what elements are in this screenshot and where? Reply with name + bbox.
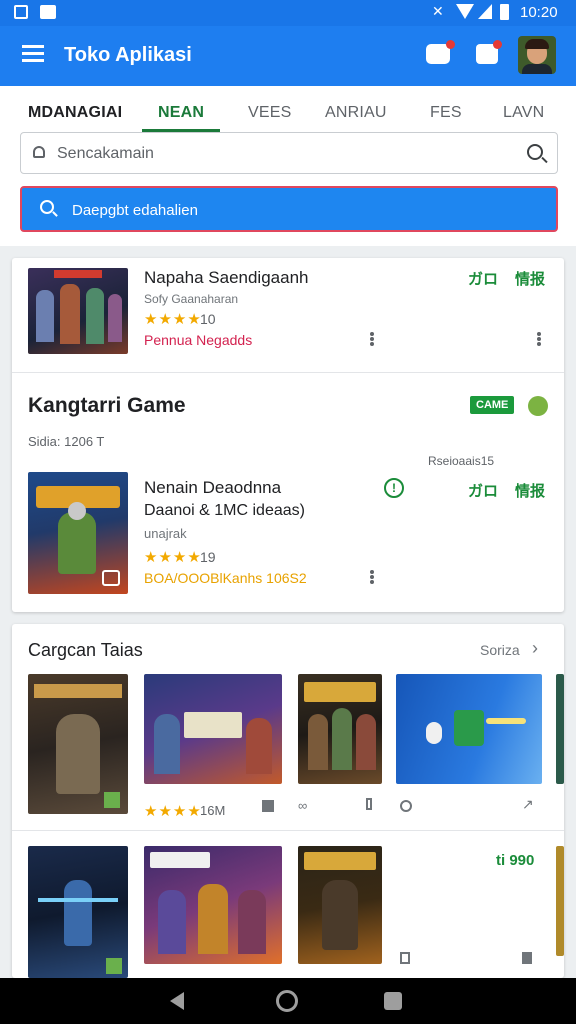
message-icon[interactable] (476, 40, 502, 64)
section-note: Rseioaais15 (428, 454, 495, 468)
person-icon (33, 146, 45, 158)
game-downloads: BOA/OOOBlKanhs 106S2 (144, 570, 307, 586)
tab-item-2[interactable]: VEES (248, 104, 292, 122)
back-icon[interactable] (170, 992, 184, 1010)
game-developer: unajrak (144, 526, 187, 541)
search-placeholder: Sencakamain (57, 145, 154, 162)
home-icon[interactable] (276, 990, 298, 1012)
game-rating-value: 19 (200, 549, 216, 565)
search-button-label: Daepgbt edahalien (72, 202, 198, 219)
menu-icon[interactable] (22, 45, 44, 63)
file-icon[interactable] (400, 952, 410, 964)
carousel-rating-value: 16M (200, 803, 226, 818)
divider (12, 372, 564, 373)
notification-icon (14, 5, 28, 19)
game-action-secondary[interactable]: 情报 (515, 480, 545, 501)
featured-tag: Pennua Negadds (144, 332, 253, 348)
carousel-card: Cargcan Taias Soriza › ★★★★ 16M ∞ ↗ ti 9… (12, 624, 564, 978)
recents-icon[interactable] (384, 992, 402, 1010)
avatar[interactable] (518, 36, 556, 74)
message-badge (493, 40, 502, 49)
carousel-title: Cargcan Taias (28, 640, 143, 660)
status-bar: ✕ 10:20 (0, 0, 576, 26)
tab-item-3[interactable]: ANRIAU (325, 104, 387, 122)
star-rating: ★★★★ (144, 549, 202, 566)
coin-icon (528, 396, 548, 416)
game-tile-thumbnail[interactable] (28, 846, 128, 978)
game-tile-thumbnail[interactable] (556, 846, 564, 956)
game-title[interactable]: Nenain Deaodnna (144, 478, 281, 498)
shield-icon[interactable] (400, 800, 412, 812)
wifi-icon (456, 4, 474, 19)
game-subtitle: Daanoi & 1MC ideaas) (144, 502, 305, 519)
section-title: Kangtarri Game (28, 394, 186, 417)
tab-item-1[interactable]: NEAN (158, 104, 204, 122)
flag-icon[interactable] (262, 800, 274, 812)
tab-item-5[interactable]: LAVN (503, 104, 544, 122)
info-icon[interactable]: ! (384, 478, 404, 498)
more-options-icon[interactable] (537, 332, 541, 346)
game-tile-thumbnail[interactable] (28, 674, 128, 814)
link-icon[interactable]: ∞ (298, 798, 307, 813)
game-tile-thumbnail[interactable] (144, 846, 282, 964)
system-nav-bar (0, 978, 576, 1024)
chat-icon[interactable] (426, 40, 455, 64)
phone-icon[interactable] (366, 798, 372, 810)
tab-item-0[interactable]: MDANAGIAI (28, 104, 122, 122)
featured-game-subtitle: Sofy Gaanaharan (144, 292, 239, 306)
app-bar: Toko Aplikasi (0, 26, 576, 86)
featured-game-thumbnail[interactable] (28, 268, 128, 354)
divider (12, 830, 564, 831)
game-tile-thumbnail[interactable] (396, 674, 542, 784)
image-icon (40, 5, 56, 19)
featured-game-title[interactable]: Napaha Saendigaanh (144, 268, 308, 288)
search-icon (40, 200, 58, 217)
file-icon[interactable] (522, 952, 532, 964)
mute-icon: ✕ (432, 3, 444, 19)
featured-rating-value: 10 (200, 311, 216, 327)
battery-icon (500, 4, 509, 20)
section-badge: CAME (470, 396, 515, 414)
chevron-right-icon[interactable]: › (532, 638, 538, 659)
game-tile-thumbnail[interactable] (556, 674, 564, 784)
chat-badge (446, 40, 455, 49)
signal-icon (478, 4, 492, 19)
section-meta: Sidia: 1206 T (28, 434, 105, 449)
carousel-more-link[interactable]: Soriza (480, 642, 520, 658)
search-input[interactable]: Sencakamain (20, 132, 558, 174)
featured-action-primary[interactable]: ガロ (468, 268, 498, 289)
more-options-icon[interactable] (370, 570, 374, 584)
featured-action-secondary[interactable]: 情报 (515, 268, 545, 289)
star-rating: ★★★★ (144, 311, 202, 328)
game-tile-thumbnail[interactable] (298, 674, 382, 784)
game-thumbnail[interactable] (28, 472, 128, 594)
app-title: Toko Aplikasi (64, 44, 192, 66)
search-icon[interactable] (527, 144, 548, 164)
search-button[interactable]: Daepgbt edahalien (20, 186, 558, 232)
game-section-card: Napaha Saendigaanh Sofy Gaanaharan ★★★★ … (12, 258, 564, 612)
game-tile-thumbnail[interactable] (298, 846, 382, 964)
trending-icon[interactable]: ↗ (522, 796, 534, 813)
more-options-icon[interactable] (370, 332, 374, 346)
carousel-action[interactable]: ti 990 (496, 852, 534, 869)
tab-item-4[interactable]: FES (430, 104, 462, 122)
status-time: 10:20 (520, 4, 558, 21)
game-action-primary[interactable]: ガロ (468, 480, 498, 501)
star-rating: ★★★★ (144, 803, 202, 820)
tabs-and-search: MDANAGIAI NEAN VEES ANRIAU FES LAVN Senc… (0, 86, 576, 246)
game-tile-thumbnail[interactable] (144, 674, 282, 784)
